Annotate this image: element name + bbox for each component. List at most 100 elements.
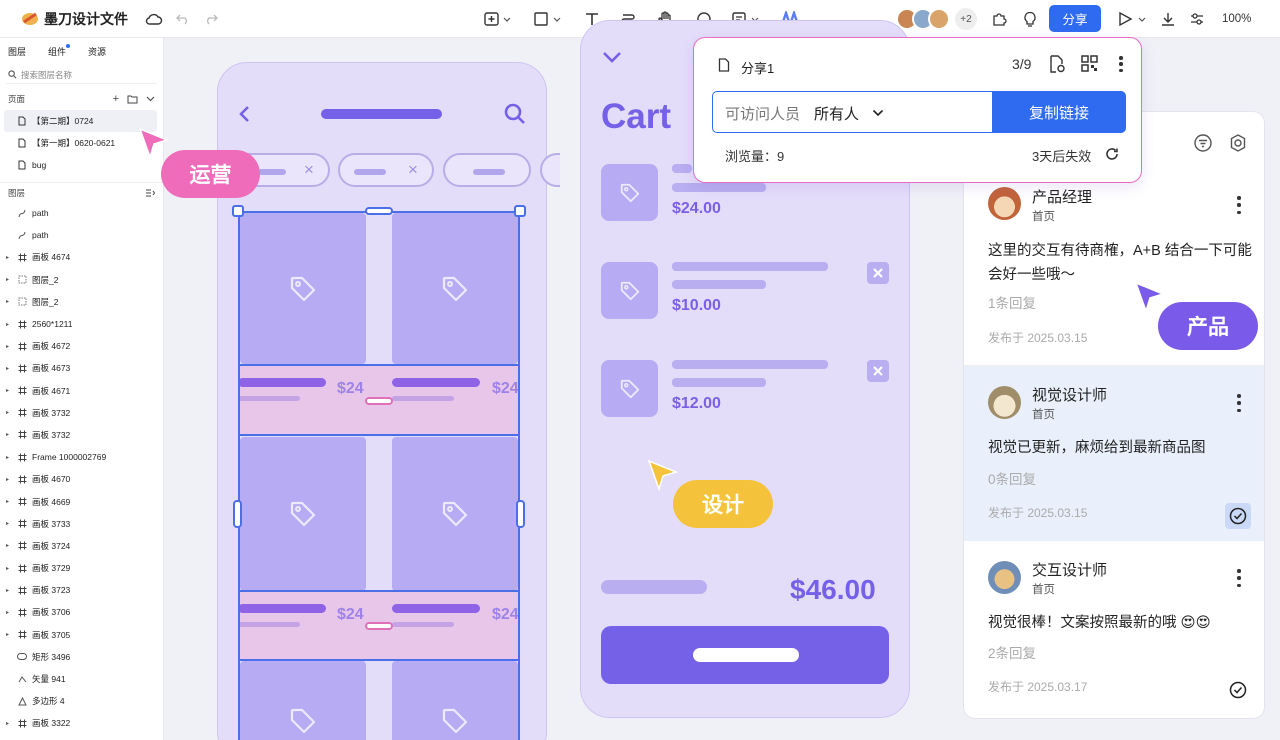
expand-arrow-icon[interactable]: ▸ [6,565,12,572]
layer-item[interactable]: ▸ 画板 3706 [0,601,163,623]
layer-item[interactable]: ▸ 画板 3705 [0,624,163,646]
expand-arrow-icon[interactable]: ▸ [6,609,12,616]
expand-arrow-icon[interactable]: ▸ [6,298,12,305]
layer-item[interactable]: ▸ 画板 3732 [0,402,163,424]
expand-arrow-icon[interactable]: ▸ [6,276,12,283]
download-icon[interactable] [1158,8,1178,30]
layer-item[interactable]: 矢量 941 [0,668,163,690]
resize-handle[interactable] [514,205,526,217]
qr-code-icon[interactable] [1081,55,1098,72]
expand-arrow-icon[interactable]: ▸ [6,343,12,350]
layer-item[interactable]: ▸ 画板 4671 [0,380,163,402]
resize-handle[interactable] [232,205,244,217]
collaborators-more-badge[interactable]: +2 [955,8,977,30]
app-logo[interactable] [20,8,40,30]
tab-layers[interactable]: 图层 [8,45,26,62]
expand-arrow-icon[interactable]: ▸ [6,476,12,483]
layer-item[interactable]: ▸ 画板 3732 [0,424,163,446]
layer-item[interactable]: ▸ Frame 1000002769 [0,446,163,468]
layer-item[interactable]: ▸ 画板 4670 [0,468,163,490]
access-select[interactable]: 可访问人员 所有人 复制链接 [712,91,1126,133]
search-input[interactable]: 搜索图层名称 [21,69,72,81]
chevron-down-icon[interactable] [872,109,884,117]
expand-arrow-icon[interactable]: ▸ [6,454,12,461]
expand-arrow-icon[interactable]: ▸ [6,321,12,328]
tab-components[interactable]: 组件 [48,44,71,62]
layer-item[interactable]: ▸ 画板 4672 [0,335,163,357]
close-icon[interactable]: × [304,160,314,180]
layer-item[interactable]: 矩形 3496 [0,646,163,668]
access-value[interactable]: 所有人 [814,103,859,124]
layer-options-icon[interactable] [145,189,155,197]
gear-icon[interactable] [1228,133,1248,153]
layer-item[interactable]: ▸ 画板 4673 [0,357,163,379]
search-icon[interactable] [503,102,527,126]
rectangle-tool-icon[interactable] [532,8,564,30]
layer-item[interactable]: ▸ 2560*1211 [0,313,163,335]
expand-arrow-icon[interactable]: ▸ [6,520,12,527]
expand-arrow-icon[interactable]: ▸ [6,387,12,394]
layer-search[interactable]: 搜索图层名称 [6,66,157,84]
layer-item[interactable]: ▸ 图层_2 [0,291,163,313]
tab-assets[interactable]: 资源 [88,45,106,62]
resize-handle[interactable] [516,500,525,528]
page-item[interactable]: 【第一期】0620-0621 [4,132,157,154]
layer-item[interactable]: ▸ 图层_2 [0,269,163,291]
more-options-icon[interactable] [1236,569,1242,587]
expand-arrow-icon[interactable]: ▸ [6,542,12,549]
file-title[interactable]: 墨刀设计文件 [44,8,128,30]
collaborator-avatars[interactable] [896,8,958,30]
reply-count[interactable]: 2条回复 [988,642,1036,662]
check-circle-icon[interactable] [1229,681,1247,699]
plugin-icon[interactable] [990,8,1010,30]
expand-arrow-icon[interactable]: ▸ [6,720,12,727]
chevron-down-icon[interactable] [601,50,623,64]
cloud-sync-icon[interactable] [144,8,164,30]
expand-arrow-icon[interactable]: ▸ [6,498,12,505]
layer-item[interactable]: ▸ 画板 3733 [0,513,163,535]
insert-tool-icon[interactable] [482,8,514,30]
checkout-button[interactable] [601,626,889,684]
layer-item[interactable]: ▸ 画板 3322 [0,712,163,734]
reply-count[interactable]: 0条回复 [988,468,1036,488]
layer-item[interactable]: path [0,202,163,224]
layer-item[interactable]: ▸ 画板 3723 [0,579,163,601]
comment-card[interactable]: 视觉设计师 首页 视觉已更新，麻烦给到最新商品图 0条回复 发布于 2025.0… [964,366,1264,541]
resolve-button[interactable] [1225,503,1251,529]
resize-handle[interactable] [233,500,242,528]
expand-arrow-icon[interactable]: ▸ [6,631,12,638]
back-arrow-icon[interactable] [238,104,252,124]
expand-arrow-icon[interactable]: ▸ [6,587,12,594]
spacing-handle[interactable] [365,397,393,405]
settings-sliders-icon[interactable] [1187,8,1207,30]
layer-item[interactable]: path [0,224,163,246]
more-options-icon[interactable] [1236,394,1242,412]
remove-item-button[interactable] [867,262,889,284]
redo-icon[interactable] [202,8,220,30]
chevron-down-icon[interactable] [146,96,155,102]
expand-arrow-icon[interactable]: ▸ [6,254,12,261]
resize-handle[interactable] [365,207,393,215]
more-options-icon[interactable] [1236,196,1242,214]
filter-icon[interactable] [1193,133,1213,153]
expand-arrow-icon[interactable]: ▸ [6,365,12,372]
add-page-icon[interactable]: + [113,93,119,105]
expand-arrow-icon[interactable]: ▸ [6,409,12,416]
lightbulb-icon[interactable] [1020,8,1040,30]
remove-item-button[interactable] [867,360,889,382]
zoom-level[interactable]: 100% [1222,8,1251,30]
layer-item[interactable]: 多边形 4 [0,690,163,712]
preview-play-icon[interactable] [1116,8,1150,30]
reply-count[interactable]: 1条回复 [988,292,1036,312]
share-button[interactable]: 分享 [1049,5,1101,32]
layer-item[interactable]: ▸ 画板 4669 [0,490,163,512]
filter-chip[interactable]: × [338,153,434,187]
comment-card[interactable]: 交互设计师 首页 视觉很棒！文案按照最新的哦 😍😍 2条回复 发布于 2025.… [964,541,1264,718]
undo-icon[interactable] [174,8,192,30]
expand-arrow-icon[interactable]: ▸ [6,431,12,438]
page-item[interactable]: 【第二期】0724 [4,110,157,132]
document-settings-icon[interactable] [1049,55,1065,73]
folder-icon[interactable] [127,95,138,104]
more-options-icon[interactable] [1119,56,1123,72]
refresh-icon[interactable] [1105,147,1119,161]
